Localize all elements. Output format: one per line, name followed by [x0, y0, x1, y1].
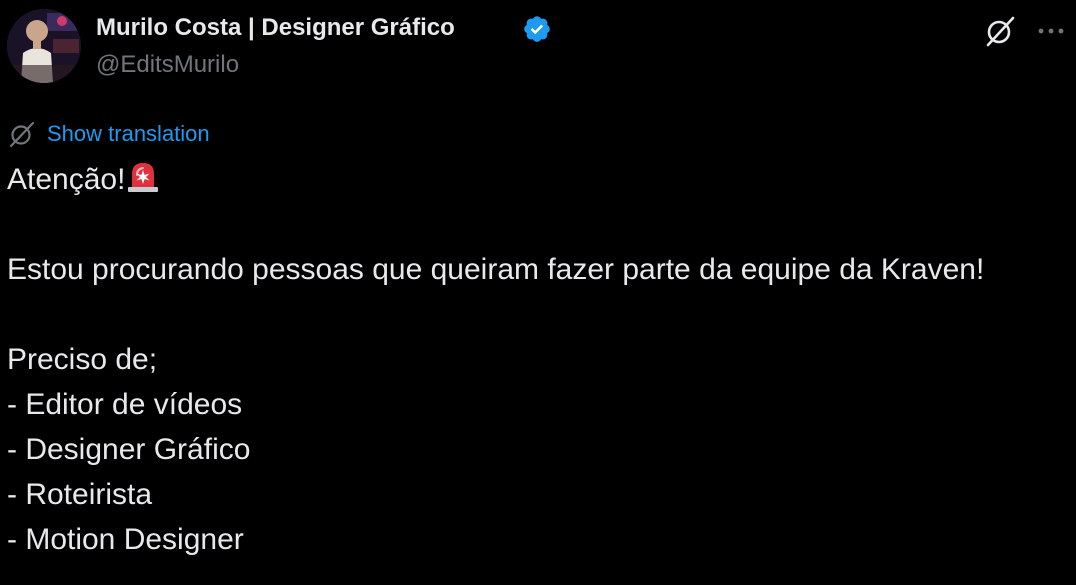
list-item: - Designer Gráfico — [7, 433, 251, 466]
verified-badge-icon — [524, 16, 550, 42]
list-item: - Editor de vídeos — [7, 388, 243, 421]
list-item: - Motion Designer — [7, 523, 244, 556]
grok-icon[interactable] — [982, 13, 1018, 49]
avatar-photo-icon — [7, 9, 81, 83]
translate-icon — [9, 121, 35, 148]
tweet-line: Preciso de; — [7, 343, 158, 376]
siren-icon — [128, 163, 159, 192]
tweet-line: Atenção! — [7, 157, 1073, 202]
tweet-line: Estou procurando pessoas que queiram faz… — [7, 253, 985, 286]
tweet-heading: Atenção! — [7, 163, 126, 196]
author-handle[interactable]: @EditsMurilo — [96, 49, 239, 81]
avatar[interactable] — [7, 9, 81, 83]
show-translation-row[interactable]: Show translation — [7, 116, 210, 152]
list-item: - Roteirista — [7, 478, 153, 511]
tweet-text: Atenção! Estou procurando pessoas que qu… — [7, 157, 1073, 562]
show-translation-link[interactable]: Show translation — [47, 118, 210, 150]
more-icon[interactable] — [1034, 14, 1068, 48]
author-display-name[interactable]: Murilo Costa | Designer Gráfico — [96, 12, 455, 44]
